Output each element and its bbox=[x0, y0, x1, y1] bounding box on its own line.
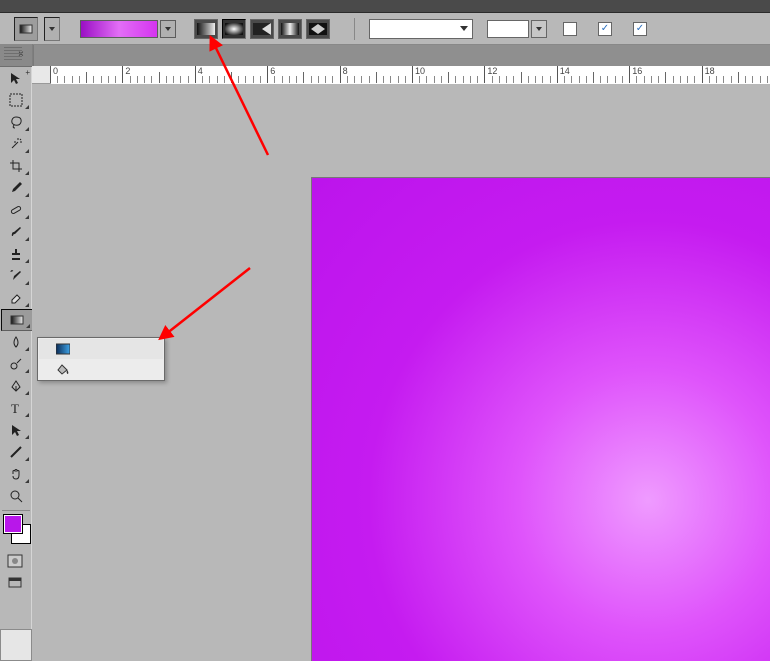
document-tab-bar: × bbox=[0, 45, 770, 68]
history-brush-icon bbox=[9, 269, 23, 283]
zoom-tool[interactable] bbox=[1, 485, 31, 507]
gradient-type-diamond[interactable] bbox=[306, 19, 330, 39]
close-icon[interactable]: × bbox=[18, 50, 28, 60]
flyout-paint-bucket-tool[interactable] bbox=[39, 359, 163, 379]
lasso-icon bbox=[9, 115, 23, 129]
linear-icon bbox=[197, 23, 215, 35]
ruler-ticks: 02468101214161820 bbox=[50, 66, 770, 83]
svg-text:T: T bbox=[11, 401, 19, 415]
gradient-type-radial[interactable] bbox=[222, 19, 246, 39]
transparency-checkbox[interactable] bbox=[633, 22, 647, 36]
hand-icon bbox=[9, 467, 23, 481]
zoom-icon bbox=[9, 489, 23, 503]
gradient-preview[interactable] bbox=[80, 20, 158, 38]
radial-icon bbox=[225, 23, 243, 35]
hand-tool[interactable] bbox=[1, 463, 31, 485]
dither-group[interactable] bbox=[598, 22, 615, 36]
bandaid-icon bbox=[9, 203, 23, 217]
gradient-tool[interactable] bbox=[1, 309, 33, 331]
quickmask-icon bbox=[7, 554, 23, 568]
ruler-horizontal[interactable]: 02468101214161820 bbox=[32, 66, 770, 85]
ruler-origin[interactable] bbox=[32, 66, 51, 84]
color-swatches[interactable] bbox=[1, 514, 31, 548]
move-icon bbox=[9, 71, 23, 85]
tools-panel-header[interactable]: × bbox=[0, 44, 32, 67]
type-icon: T bbox=[9, 401, 23, 415]
stamp-tool[interactable] bbox=[1, 243, 31, 265]
brush-tool[interactable] bbox=[1, 221, 31, 243]
gradient-type-reflected[interactable] bbox=[278, 19, 302, 39]
paint-bucket-icon bbox=[55, 361, 71, 377]
dither-checkbox[interactable] bbox=[598, 22, 612, 36]
angle-icon bbox=[253, 23, 271, 35]
quick-mask-toggle[interactable] bbox=[0, 550, 30, 572]
separator bbox=[354, 18, 355, 40]
shape-tool[interactable] bbox=[1, 441, 31, 463]
arrow-icon bbox=[9, 423, 23, 437]
lasso-tool[interactable] bbox=[1, 111, 31, 133]
screen-mode-toggle[interactable] bbox=[0, 572, 30, 594]
pen-icon bbox=[9, 379, 23, 393]
type-tool[interactable]: T bbox=[1, 397, 31, 419]
quick-select-tool[interactable] bbox=[1, 133, 31, 155]
tools-panel: × + T bbox=[0, 44, 33, 661]
stamp-icon bbox=[9, 247, 23, 261]
crop-tool[interactable] bbox=[1, 155, 31, 177]
blend-mode-select[interactable] bbox=[369, 19, 473, 39]
eraser-tool[interactable] bbox=[1, 287, 31, 309]
screen-icon bbox=[7, 576, 23, 590]
path-select-tool[interactable] bbox=[1, 419, 31, 441]
transparency-group[interactable] bbox=[633, 22, 650, 36]
marquee-tool[interactable] bbox=[1, 89, 31, 111]
pen-tool[interactable] bbox=[1, 375, 31, 397]
options-bar bbox=[0, 13, 770, 45]
opacity-input[interactable] bbox=[487, 20, 529, 38]
marquee-icon bbox=[9, 93, 23, 107]
gradient-type-group bbox=[194, 19, 330, 39]
opacity-flyout[interactable] bbox=[531, 20, 547, 38]
tool-preset-dropdown[interactable] bbox=[44, 17, 60, 41]
brush-icon bbox=[9, 225, 23, 239]
reflected-icon bbox=[281, 23, 299, 35]
history-brush-tool[interactable] bbox=[1, 265, 31, 287]
gradient-icon bbox=[19, 22, 33, 36]
crop-icon bbox=[9, 159, 23, 173]
eyedropper-icon bbox=[9, 181, 23, 195]
drop-icon bbox=[9, 335, 23, 349]
gradient-tool-flyout bbox=[37, 337, 165, 381]
eyedropper-tool[interactable] bbox=[1, 177, 31, 199]
dodge-tool[interactable] bbox=[1, 353, 31, 375]
flyout-gradient-tool[interactable] bbox=[39, 339, 163, 359]
wand-icon bbox=[9, 137, 23, 151]
gradient-icon bbox=[55, 341, 71, 357]
reverse-checkbox[interactable] bbox=[563, 22, 577, 36]
foreground-color[interactable] bbox=[3, 514, 23, 534]
blur-tool[interactable] bbox=[1, 331, 31, 353]
current-tool-preset[interactable] bbox=[14, 17, 38, 41]
line-icon bbox=[9, 445, 23, 459]
dodge-icon bbox=[9, 357, 23, 371]
status-fragment bbox=[0, 629, 32, 661]
gradient-picker-dropdown[interactable] bbox=[160, 20, 176, 38]
diamond-icon bbox=[309, 23, 327, 35]
reverse-group[interactable] bbox=[563, 22, 580, 36]
move-tool[interactable]: + bbox=[1, 67, 31, 89]
gradient-type-linear[interactable] bbox=[194, 19, 218, 39]
gradient-type-angle[interactable] bbox=[250, 19, 274, 39]
healing-tool[interactable] bbox=[1, 199, 31, 221]
gradient-icon bbox=[10, 313, 24, 327]
canvas[interactable] bbox=[312, 178, 770, 661]
eraser-icon bbox=[9, 291, 23, 305]
app-menubar-fragment bbox=[0, 0, 770, 13]
